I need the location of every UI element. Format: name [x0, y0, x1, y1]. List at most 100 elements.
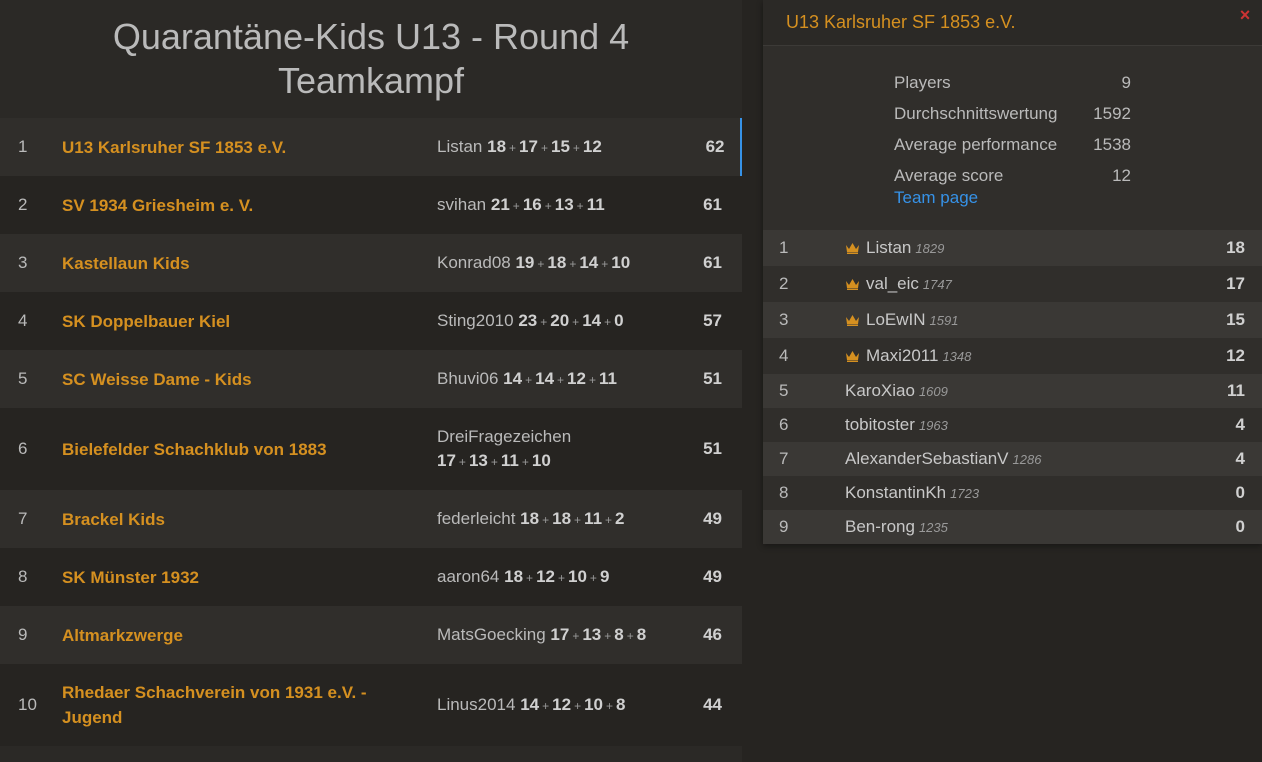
- player-name[interactable]: Maxi2011: [866, 346, 938, 365]
- team-total: 57: [692, 292, 742, 350]
- team-name[interactable]: U13 Karlsruher SF 1853 e.V.: [786, 12, 1015, 33]
- player-name[interactable]: KaroXiao: [845, 381, 915, 400]
- top-players: MatsGoecking 17 +13 +8 +8: [437, 606, 692, 664]
- leader-name[interactable]: DreiFragezeichen: [437, 427, 571, 446]
- team-rank: 3: [0, 234, 54, 292]
- player-points: 17: [1202, 266, 1262, 302]
- leader-name[interactable]: Sting2010: [437, 311, 514, 330]
- team-name-link[interactable]: SC Weisse Dame - Kids: [54, 350, 437, 408]
- team-name-link[interactable]: Kastellaun Kids: [54, 234, 437, 292]
- player-row[interactable]: 7 AlexanderSebastianV 1286 4: [763, 442, 1262, 476]
- player-name[interactable]: LoEwIN: [866, 310, 926, 329]
- team-name-link[interactable]: Altmarkzwerge: [54, 606, 437, 664]
- player-score: 17: [550, 624, 570, 644]
- player-score: 11: [500, 450, 519, 470]
- plus-sign: +: [509, 140, 517, 155]
- team-name-link[interactable]: Brackel Kids: [54, 490, 437, 548]
- player-points: 4: [1202, 408, 1262, 442]
- team-info-panel: U13 Karlsruher SF 1853 e.V. × Players 9 Du…: [763, 0, 1262, 544]
- stat-row: Players 9: [894, 67, 1262, 98]
- team-name-link[interactable]: SK Münster 1932: [54, 548, 437, 606]
- standings-row[interactable]: 7 Brackel Kids federleicht 18 +18 +11 +2 49: [0, 490, 742, 548]
- team-total: 51: [692, 408, 742, 490]
- plus-sign: +: [544, 198, 552, 213]
- player-name[interactable]: AlexanderSebastianV: [845, 449, 1009, 468]
- team-name-text: Brackel Kids: [62, 509, 165, 529]
- standings-row[interactable]: 8 SK Münster 1932 aaron64 18 +12 +10 +9 49: [0, 548, 742, 606]
- player-rating: 1591: [929, 313, 959, 328]
- plus-sign: +: [557, 570, 565, 585]
- leader-name[interactable]: Linus2014: [437, 695, 515, 714]
- top-players: federleicht 18 +18 +11 +2: [437, 490, 692, 548]
- player-row[interactable]: 4 Maxi2011 1348 12: [763, 338, 1262, 374]
- standings-row[interactable]: 10 Rhedaer Schachverein von 1931 e.V. - J…: [0, 664, 742, 746]
- plus-sign: +: [490, 454, 498, 469]
- plus-sign: +: [537, 256, 545, 271]
- team-page-link[interactable]: Team page: [894, 188, 1262, 208]
- standings-row[interactable]: 6 Bielefelder Schachklub von 1883 DreiFrag…: [0, 408, 742, 490]
- leader-name[interactable]: Bhuvi06: [437, 369, 498, 388]
- leader-name[interactable]: federleicht: [437, 509, 515, 528]
- stat-row: Average score 12: [894, 160, 1262, 191]
- team-rank: 9: [0, 606, 54, 664]
- player-name[interactable]: val_eic: [866, 274, 919, 293]
- plus-sign: +: [576, 198, 584, 213]
- player-score: 12: [582, 136, 602, 156]
- tournament-title: Quarantäne-Kids U13 - Round 4 Teamkampf: [112, 16, 630, 101]
- leader-name[interactable]: aaron64: [437, 567, 499, 586]
- standings-row[interactable]: 4 SK Doppelbauer Kiel Sting2010 23 +20 +14 +0…: [0, 292, 742, 350]
- stat-label: Players: [894, 72, 951, 92]
- player-row[interactable]: 3 LoEwIN 1591 15: [763, 302, 1262, 338]
- team-name-text: Rhedaer Schachverein von 1931 e.V. - Jug…: [62, 683, 367, 727]
- standings-row[interactable]: 3 Kastellaun Kids Konrad08 19 +18 +14 +10 61: [0, 234, 742, 292]
- player-rating: 1829: [915, 241, 945, 256]
- plus-sign: +: [574, 698, 582, 713]
- team-stats: Players 9 Durchschnittswertung 1592 Average …: [763, 46, 1262, 230]
- team-rank: 5: [0, 350, 54, 408]
- player-rating: 1235: [918, 520, 948, 535]
- player-cell: Ben-rong 1235: [845, 510, 1202, 544]
- player-score: 14: [535, 368, 555, 388]
- team-name-link[interactable]: SV 1934 Griesheim e. V.: [54, 176, 437, 234]
- player-score: 18: [504, 566, 524, 586]
- player-row[interactable]: 5 KaroXiao 1609 11: [763, 374, 1262, 408]
- team-name-link[interactable]: Bielefelder Schachklub von 1883: [54, 408, 437, 490]
- leader-name[interactable]: Listan: [437, 137, 482, 156]
- standings-row[interactable]: 9 Altmarkzwerge MatsGoecking 17 +13 +8 +8 46: [0, 606, 742, 664]
- team-rank: 10: [0, 664, 54, 746]
- team-name-link[interactable]: Rhedaer Schachverein von 1931 e.V. - Jug…: [54, 664, 437, 746]
- crown-icon: [845, 275, 860, 290]
- team-name-text: Altmarkzwerge: [62, 625, 183, 645]
- leader-name[interactable]: Konrad08: [437, 253, 511, 272]
- plus-sign: +: [574, 512, 582, 527]
- team-name-link[interactable]: U13 Karlsruher SF 1853 e.V.: [54, 118, 437, 176]
- team-name-link[interactable]: SK Doppelbauer Kiel: [54, 292, 437, 350]
- player-row[interactable]: 8 KonstantinKh 1723 0: [763, 476, 1262, 510]
- standings-row[interactable]: 5 SC Weisse Dame - Kids Bhuvi06 14 +14 +12 +1…: [0, 350, 742, 408]
- player-name[interactable]: tobitoster: [845, 415, 915, 434]
- player-row[interactable]: 6 tobitoster 1963 4: [763, 408, 1262, 442]
- player-points: 4: [1202, 442, 1262, 476]
- close-icon[interactable]: ×: [1236, 6, 1254, 24]
- player-score: 11: [584, 508, 603, 528]
- player-name[interactable]: Listan: [866, 238, 911, 257]
- player-row[interactable]: 1 Listan 1829 18: [763, 230, 1262, 266]
- leader-name[interactable]: MatsGoecking: [437, 625, 546, 644]
- team-name-text: Bielefelder Schachklub von 1883: [62, 439, 327, 459]
- plus-sign: +: [569, 256, 577, 271]
- stat-value: 1538: [1093, 134, 1131, 154]
- player-rank: 4: [763, 338, 845, 374]
- player-row[interactable]: 9 Ben-rong 1235 0: [763, 510, 1262, 544]
- standings-row[interactable]: 2 SV 1934 Griesheim e. V. svihan 21 +16 +13 +…: [0, 176, 742, 234]
- team-name-text: SV 1934 Griesheim e. V.: [62, 195, 254, 215]
- stat-row: Average performance 1538: [894, 129, 1262, 160]
- team-rank: 1: [0, 118, 54, 176]
- player-row[interactable]: 2 val_eic 1747 17: [763, 266, 1262, 302]
- standings-row[interactable]: 1 U13 Karlsruher SF 1853 e.V. Listan 18 +17…: [0, 118, 742, 176]
- player-score: 0: [614, 310, 624, 330]
- player-name[interactable]: KonstantinKh: [845, 483, 946, 502]
- player-name[interactable]: Ben-rong: [845, 517, 915, 536]
- leader-name[interactable]: svihan: [437, 195, 486, 214]
- player-score: 10: [531, 450, 551, 470]
- player-rating: 1747: [922, 277, 952, 292]
